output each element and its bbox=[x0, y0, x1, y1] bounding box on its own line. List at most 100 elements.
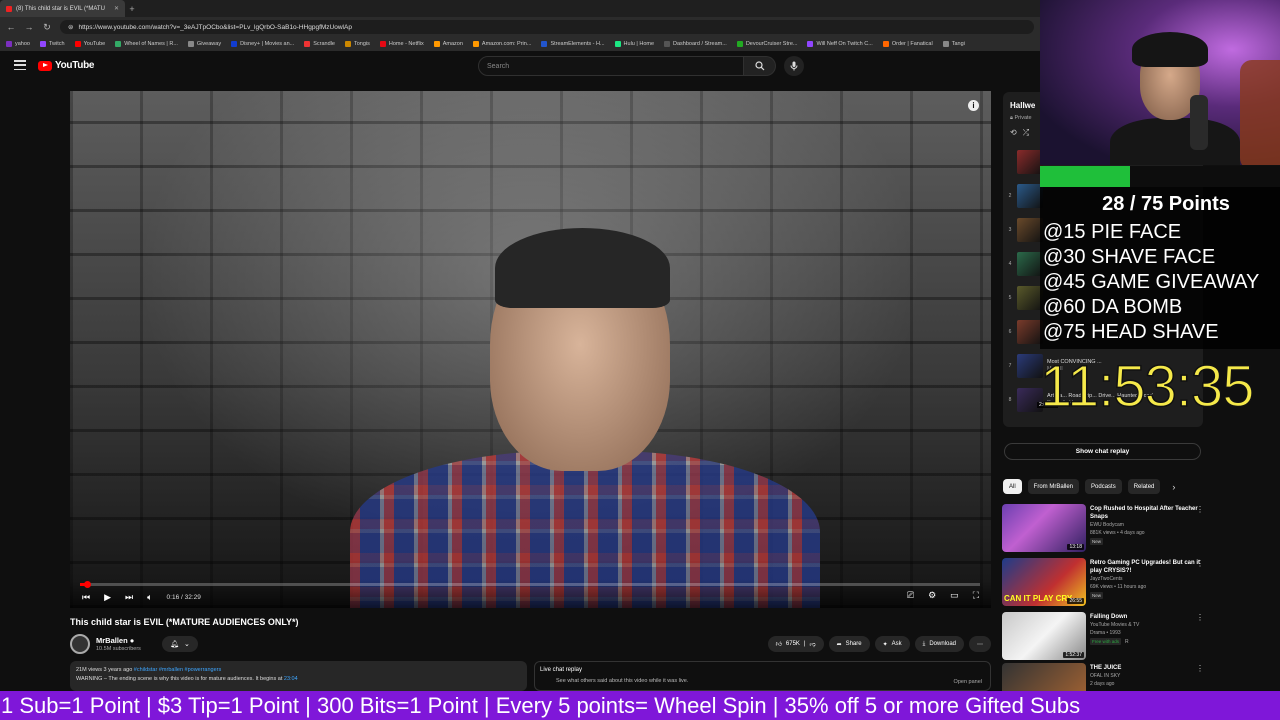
bookmark-favicon-icon bbox=[379, 41, 386, 47]
download-button[interactable]: ⤓ Download bbox=[914, 636, 964, 652]
settings-gear-icon[interactable]: ⚙ bbox=[928, 590, 936, 601]
like-button[interactable]: 👍︎ 675K | 👎︎ bbox=[767, 636, 824, 652]
browser-tab-title: (8) This child star is EVIL (*MATU bbox=[16, 5, 105, 12]
loop-icon[interactable]: ⟲ bbox=[1010, 128, 1017, 138]
recommendation-title[interactable]: Cop Rushed to Hospital After Teacher Sna… bbox=[1090, 505, 1200, 521]
streamer-webcam bbox=[1040, 0, 1280, 165]
recommendation-thumbnail[interactable]: 13:18 bbox=[1002, 504, 1086, 552]
more-options-icon[interactable]: ⋮ bbox=[1196, 664, 1204, 673]
bookmark-item[interactable]: Wheel of Names | R... bbox=[115, 41, 178, 47]
filter-chip[interactable]: From MrBallen bbox=[1027, 479, 1080, 494]
bookmark-item[interactable]: Scrandle bbox=[304, 41, 335, 47]
playlist-item-index: 4 bbox=[1008, 261, 1012, 267]
recommendation-channel[interactable]: YouTube Movies & TV bbox=[1090, 622, 1210, 629]
open-panel-button[interactable]: Open panel bbox=[954, 679, 982, 685]
bookmark-item[interactable]: Hulu | Home bbox=[614, 41, 654, 47]
screen: (8) This child star is EVIL (*MATU ✕ + ←… bbox=[0, 0, 1280, 720]
site-info-icon[interactable]: ⊜ bbox=[68, 23, 73, 31]
bookmark-item[interactable]: yahoo bbox=[6, 41, 30, 47]
playlist-title[interactable]: Hallwe bbox=[1010, 101, 1035, 110]
back-icon[interactable]: ← bbox=[6, 22, 16, 32]
recommendation-thumbnail[interactable]: CAN IT PLAY CRY 26:55 bbox=[1002, 558, 1086, 606]
bookmark-item[interactable]: Amazon bbox=[433, 41, 463, 47]
show-chat-replay-button[interactable]: Show chat replay bbox=[1004, 443, 1201, 460]
more-options-icon[interactable]: ⋮ bbox=[1196, 505, 1204, 514]
recommendation-item[interactable]: 1:52:37 Falling Down YouTube Movies & TV Dr… bbox=[1002, 612, 1238, 662]
chat-replay-subtitle: See what others said about this video wh… bbox=[556, 678, 689, 684]
voice-search-button[interactable] bbox=[784, 56, 804, 76]
close-tab-icon[interactable]: ✕ bbox=[114, 5, 119, 12]
subtitles-icon[interactable]: ⎚ bbox=[907, 590, 914, 601]
browser-tab[interactable]: (8) This child star is EVIL (*MATU ✕ bbox=[0, 0, 125, 17]
search-input[interactable]: Search bbox=[478, 56, 744, 76]
more-options-icon[interactable]: ⋮ bbox=[1196, 559, 1204, 568]
bookmark-item[interactable]: YouTube bbox=[74, 41, 105, 47]
thumbs-down-icon[interactable]: 👎︎ bbox=[809, 640, 815, 648]
more-options-icon[interactable]: ⋮ bbox=[1196, 613, 1204, 622]
filter-chip[interactable]: All bbox=[1003, 479, 1022, 494]
recommendation-title[interactable]: Falling Down bbox=[1090, 613, 1200, 621]
notification-bell-button[interactable]: 🔔︎ ⌄ bbox=[162, 636, 198, 652]
chevron-right-icon[interactable]: › bbox=[1172, 482, 1175, 492]
volume-icon[interactable]: 🔈︎ bbox=[147, 592, 152, 603]
search-button[interactable] bbox=[744, 56, 776, 76]
recommendation-stats: 69K views • 11 hours ago bbox=[1090, 584, 1147, 590]
bookmark-item[interactable]: Dashboard / Stream... bbox=[664, 41, 727, 47]
share-button[interactable]: ➦ Share bbox=[828, 636, 870, 652]
bookmark-item[interactable]: Tangi bbox=[942, 41, 965, 47]
bookmark-item[interactable]: DevourCruiser Stre... bbox=[736, 41, 797, 47]
recommendation-thumbnail[interactable]: 1:52:37 bbox=[1002, 612, 1086, 660]
shuffle-icon[interactable]: ⤮ bbox=[1023, 128, 1029, 138]
play-icon[interactable]: ▶ bbox=[104, 592, 111, 603]
video-player[interactable]: i ⏮ ▶ ⏭ 🔈︎ 0:16 / 32:29 ⎚ ⚙ ▭ ⛶ bbox=[70, 91, 991, 608]
bookmark-item[interactable]: Tongis bbox=[344, 41, 370, 47]
recommendation-title[interactable]: THE JUICE bbox=[1090, 664, 1200, 672]
new-tab-icon[interactable]: + bbox=[125, 4, 139, 14]
info-icon[interactable]: i bbox=[968, 100, 979, 111]
recommendation-item[interactable]: 13:18 Cop Rushed to Hospital After Teache… bbox=[1002, 504, 1238, 554]
more-actions-button[interactable]: ⋯ bbox=[969, 636, 991, 652]
bookmark-item[interactable]: Order | Fanatical bbox=[882, 41, 933, 47]
bookmark-item[interactable]: Twitch bbox=[40, 41, 65, 47]
recommendation-channel[interactable]: JayzTwoCents bbox=[1090, 576, 1210, 583]
hashtags[interactable]: #childstar #mrballen #powerrangers bbox=[134, 667, 221, 673]
bookmark-label: yahoo bbox=[15, 41, 30, 47]
progress-bar[interactable] bbox=[80, 581, 980, 588]
timestamp-link[interactable]: 23:04 bbox=[284, 676, 298, 682]
bookmark-favicon-icon bbox=[74, 41, 81, 47]
forward-icon[interactable]: → bbox=[24, 22, 34, 32]
channel-name[interactable]: MrBallen ● bbox=[96, 636, 134, 645]
reload-icon[interactable]: ↻ bbox=[42, 22, 52, 33]
ask-button[interactable]: ✦ Ask bbox=[874, 636, 910, 652]
recommendation-title[interactable]: Retro Gaming PC Upgrades! But can it pla… bbox=[1090, 559, 1200, 575]
share-icon: ➦ bbox=[836, 641, 842, 648]
hamburger-menu-icon[interactable] bbox=[14, 60, 26, 70]
bookmark-item[interactable]: StreamElements - H... bbox=[541, 41, 605, 47]
goal-item: @60 DA BOMB bbox=[1043, 296, 1183, 318]
fullscreen-icon[interactable]: ⛶ bbox=[973, 590, 979, 601]
filter-chip[interactable]: Podcasts bbox=[1085, 479, 1122, 494]
theater-mode-icon[interactable]: ▭ bbox=[950, 590, 959, 601]
sparkle-icon: ✦ bbox=[882, 641, 888, 648]
youtube-logo[interactable]: YouTube bbox=[38, 60, 95, 71]
previous-icon[interactable]: ⏮ bbox=[82, 592, 90, 603]
recommendation-item[interactable]: CAN IT PLAY CRY 26:55 Retro Gaming PC Upgr… bbox=[1002, 558, 1238, 608]
bookmark-item[interactable]: Amazon.com: Prin... bbox=[472, 41, 531, 47]
bookmark-item[interactable]: Giveaway bbox=[187, 41, 221, 47]
filter-chip[interactable]: Related bbox=[1127, 479, 1161, 494]
bookmark-item[interactable]: Will Neff On Twitch C... bbox=[807, 41, 873, 47]
description-box[interactable]: 21M views 3 years ago #childstar #mrball… bbox=[70, 661, 527, 691]
bookmark-item[interactable]: Home - Netflix bbox=[379, 41, 424, 47]
youtube-play-logo-icon bbox=[38, 60, 52, 71]
filter-chips: All From MrBallen Podcasts Related › bbox=[1003, 479, 1175, 494]
next-icon[interactable]: ⏭ bbox=[125, 592, 133, 603]
recommendation-channel[interactable]: OFAL IN SKY bbox=[1090, 673, 1210, 680]
bookmark-item[interactable]: Disney+ | Movies an... bbox=[231, 41, 294, 47]
scrubber-knob[interactable] bbox=[84, 581, 92, 588]
more-icon: ⋯ bbox=[977, 641, 983, 648]
points-title: 28 / 75 Points bbox=[1102, 193, 1230, 215]
channel-avatar[interactable] bbox=[70, 634, 90, 654]
address-bar[interactable]: ⊜ https://www.youtube.com/watch?v=_3eAJT… bbox=[60, 20, 1034, 34]
recommendation-channel[interactable]: EWU Bodycam bbox=[1090, 522, 1210, 529]
bookmark-favicon-icon bbox=[736, 41, 743, 47]
